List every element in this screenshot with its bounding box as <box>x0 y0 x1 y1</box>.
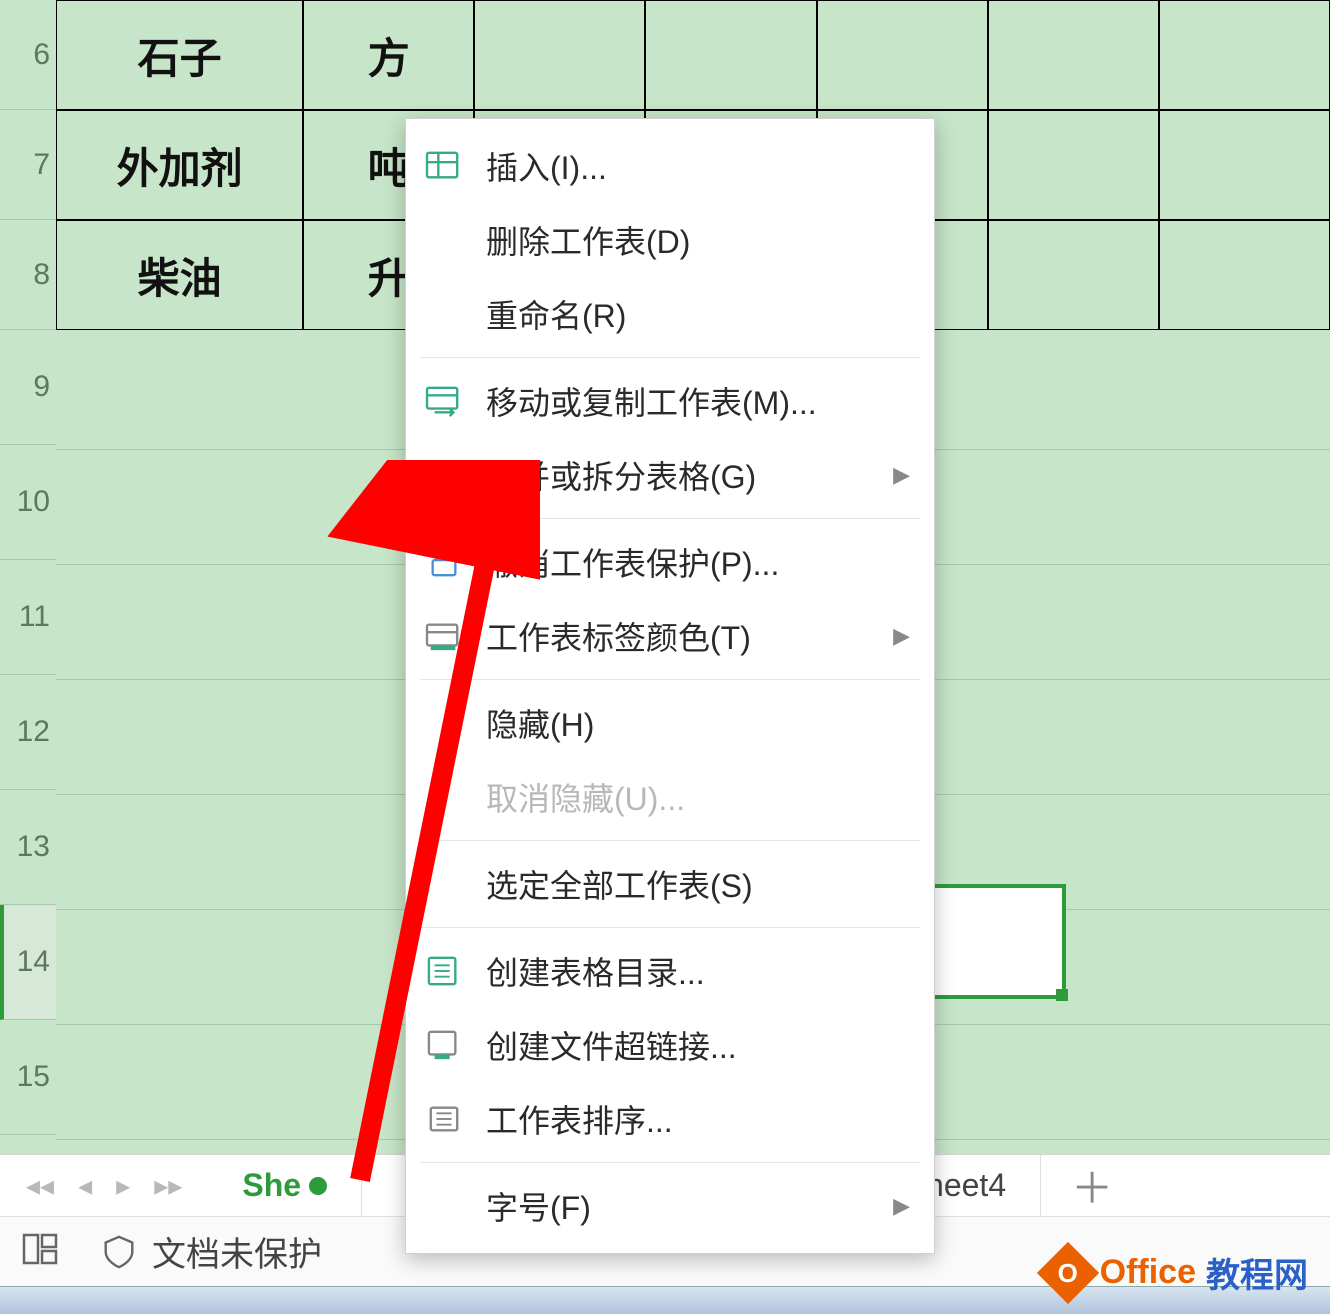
cell-c6[interactable] <box>474 0 645 110</box>
sheet-tab-context-menu: 插入(I)... 删除工作表(D) 重命名(R) 移动或复制工作表(M)... … <box>405 118 935 1254</box>
add-sheet-button[interactable]: ＋ <box>1041 1155 1143 1216</box>
row-header-gutter: 6 7 8 9 10 11 12 13 14 15 <box>0 0 56 1135</box>
cell-a8[interactable]: 柴油 <box>56 220 303 330</box>
cell-g7[interactable] <box>1159 110 1330 220</box>
menu-move-copy-label: 移动或复制工作表(M)... <box>486 378 910 424</box>
sheet-tab-4-label: heet4 <box>926 1167 1006 1204</box>
tab-nav-buttons: ◂◂ ◂ ▸ ▸▸ <box>0 1169 208 1202</box>
tab-nav-last[interactable]: ▸▸ <box>154 1169 182 1202</box>
menu-rename[interactable]: 重命名(R) <box>406 277 934 351</box>
menu-rename-label: 重命名(R) <box>486 291 910 337</box>
menu-font-size[interactable]: 字号(F) ▶ <box>406 1169 934 1243</box>
menu-create-hyperlink-label: 创建文件超链接... <box>486 1022 910 1068</box>
menu-insert-label: 插入(I)... <box>486 143 910 189</box>
blank-icon <box>420 703 468 743</box>
blank-icon <box>420 1186 468 1226</box>
row-header-12[interactable]: 12 <box>0 675 56 790</box>
sheet-tab-active-label: She <box>242 1167 301 1204</box>
move-copy-icon <box>420 381 468 421</box>
blank-icon <box>420 220 468 260</box>
menu-create-toc-label: 创建表格目录... <box>486 948 910 994</box>
hyperlink-icon <box>420 1025 468 1065</box>
tab-nav-next[interactable]: ▸ <box>116 1169 130 1202</box>
cell-f6[interactable] <box>988 0 1159 110</box>
sheet-tab-active[interactable]: She <box>208 1155 362 1217</box>
chevron-right-icon: ▶ <box>893 1193 910 1219</box>
status-doc-protection-label: 文档未保护 <box>152 1227 322 1276</box>
menu-tab-color-label: 工作表标签颜色(T) <box>486 613 893 659</box>
status-doc-protection[interactable]: 文档未保护 <box>100 1227 322 1276</box>
blank-icon <box>420 777 468 817</box>
menu-separator <box>420 357 920 358</box>
menu-create-hyperlink[interactable]: 创建文件超链接... <box>406 1008 934 1082</box>
chevron-right-icon: ▶ <box>893 623 910 649</box>
menu-merge-split[interactable]: 合并或拆分表格(G) ▶ <box>406 438 934 512</box>
menu-tab-color[interactable]: 工作表标签颜色(T) ▶ <box>406 599 934 673</box>
menu-unhide-label: 取消隐藏(U)... <box>486 774 910 820</box>
cell-g8[interactable] <box>1159 220 1330 330</box>
layout-icon[interactable] <box>20 1229 60 1274</box>
menu-insert[interactable]: 插入(I)... <box>406 129 934 203</box>
row-header-15[interactable]: 15 <box>0 1020 56 1135</box>
cell-e6[interactable] <box>817 0 988 110</box>
cell-g6[interactable] <box>1159 0 1330 110</box>
row-header-10[interactable]: 10 <box>0 445 56 560</box>
menu-separator <box>420 1162 920 1163</box>
row-header-6[interactable]: 6 <box>0 0 56 110</box>
watermark-text-2: 教程网 <box>1206 1248 1308 1297</box>
cell-a7[interactable]: 外加剂 <box>56 110 303 220</box>
cell-d6[interactable] <box>645 0 816 110</box>
watermark-text-1: Office <box>1100 1253 1196 1292</box>
menu-unprotect-sheet[interactable]: 撤消工作表保护(P)... <box>406 525 934 599</box>
row-header-7[interactable]: 7 <box>0 110 56 220</box>
insert-sheet-icon <box>420 146 468 186</box>
menu-sheet-sort-label: 工作表排序... <box>486 1096 910 1142</box>
menu-delete-label: 删除工作表(D) <box>486 217 910 263</box>
tab-nav-prev[interactable]: ◂ <box>78 1169 92 1202</box>
cell-f7[interactable] <box>988 110 1159 220</box>
tab-color-icon <box>420 616 468 656</box>
menu-unhide: 取消隐藏(U)... <box>406 760 934 834</box>
row-header-9[interactable]: 9 <box>0 330 56 445</box>
menu-move-copy[interactable]: 移动或复制工作表(M)... <box>406 364 934 438</box>
shield-icon <box>100 1233 138 1271</box>
row-header-13[interactable]: 13 <box>0 790 56 905</box>
menu-separator <box>420 518 920 519</box>
blank-icon <box>420 294 468 334</box>
tab-indicator-icon <box>309 1177 327 1195</box>
menu-separator <box>420 840 920 841</box>
blank-icon <box>420 455 468 495</box>
watermark: O Office 教程网 <box>1046 1248 1308 1297</box>
chevron-right-icon: ▶ <box>893 462 910 488</box>
tab-nav-first[interactable]: ◂◂ <box>26 1169 54 1202</box>
menu-unprotect-label: 撤消工作表保护(P)... <box>486 539 910 585</box>
create-toc-icon <box>420 951 468 991</box>
menu-select-all-sheets[interactable]: 选定全部工作表(S) <box>406 847 934 921</box>
menu-delete-sheet[interactable]: 删除工作表(D) <box>406 203 934 277</box>
menu-separator <box>420 927 920 928</box>
menu-create-toc[interactable]: 创建表格目录... <box>406 934 934 1008</box>
menu-hide[interactable]: 隐藏(H) <box>406 686 934 760</box>
watermark-logo-icon: O <box>1037 1241 1099 1303</box>
menu-hide-label: 隐藏(H) <box>486 700 910 746</box>
blank-icon <box>420 864 468 904</box>
row-header-11[interactable]: 11 <box>0 560 56 675</box>
menu-separator <box>420 679 920 680</box>
menu-select-all-label: 选定全部工作表(S) <box>486 861 910 907</box>
cell-a6[interactable]: 石子 <box>56 0 303 110</box>
sheet-sort-icon <box>420 1099 468 1139</box>
cell-b6[interactable]: 方 <box>303 0 474 110</box>
menu-merge-split-label: 合并或拆分表格(G) <box>486 452 893 498</box>
row-header-8[interactable]: 8 <box>0 220 56 330</box>
row-header-14[interactable]: 14 <box>0 905 56 1020</box>
cell-f8[interactable] <box>988 220 1159 330</box>
lock-icon <box>420 542 468 582</box>
menu-sheet-sort[interactable]: 工作表排序... <box>406 1082 934 1156</box>
menu-font-size-label: 字号(F) <box>486 1183 893 1229</box>
